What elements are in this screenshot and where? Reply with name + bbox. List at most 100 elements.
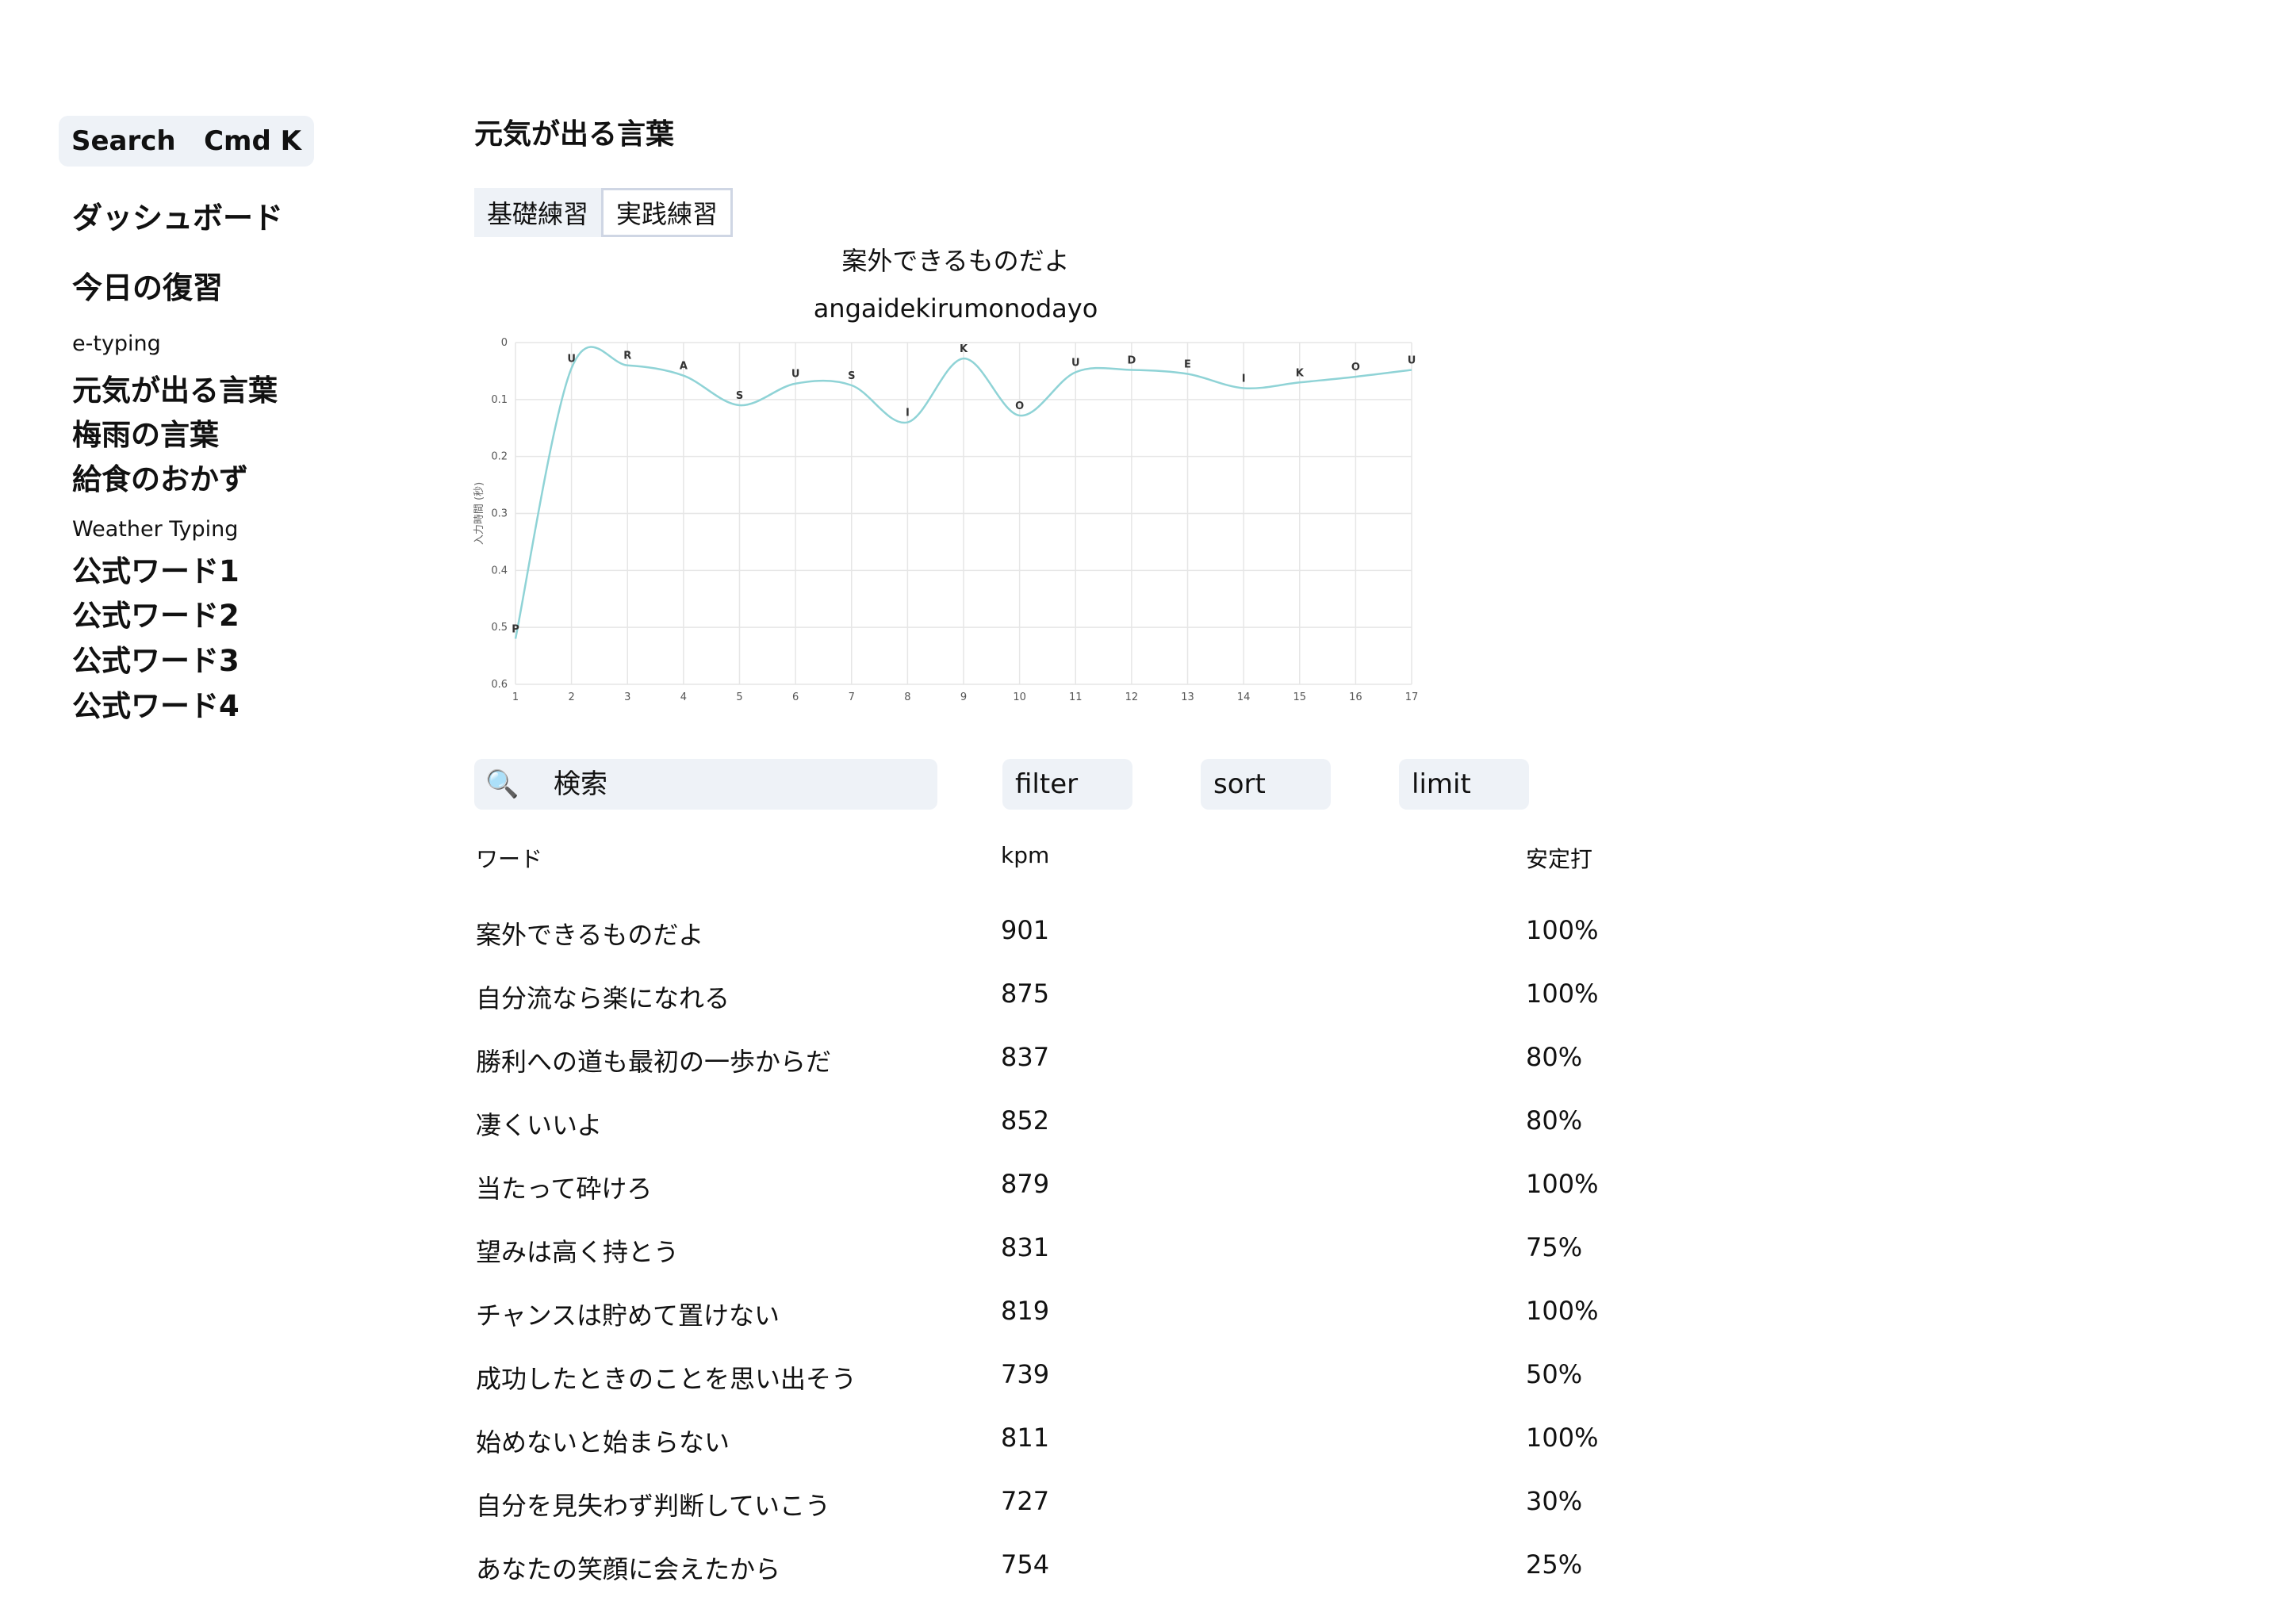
x-tick-label: 4 — [680, 691, 687, 703]
search-command-button[interactable]: Search Cmd K — [59, 116, 314, 167]
nav-dashboard[interactable]: ダッシュボード — [72, 193, 283, 237]
kpm-cell: 901 — [1001, 915, 1050, 945]
nav-item-official-4[interactable]: 公式ワード4 — [72, 682, 240, 725]
nav-item-genki[interactable]: 元気が出る言葉 — [72, 366, 278, 409]
x-tick-label: 13 — [1181, 691, 1194, 703]
y-tick-label: 0.1 — [491, 394, 508, 406]
x-tick-label: 14 — [1237, 691, 1251, 703]
nav-group-label: Weather Typing — [72, 517, 239, 542]
column-header-word[interactable]: ワード — [476, 842, 542, 874]
kpm-cell: 754 — [1001, 1549, 1050, 1580]
sort-button[interactable]: sort — [1201, 759, 1331, 810]
kpm-cell: 739 — [1001, 1359, 1050, 1389]
search-label: Search — [71, 125, 176, 157]
x-tick-label: 12 — [1125, 691, 1139, 703]
point-label: S — [736, 390, 743, 402]
nav-item-official-2[interactable]: 公式ワード2 — [72, 592, 240, 634]
search-icon: 🔍 — [485, 768, 519, 800]
kpm-cell: 875 — [1001, 979, 1050, 1009]
word-cell: 凄くいいよ — [476, 1110, 603, 1140]
table-row[interactable]: チャンスは貯めて置けない 819 100% — [476, 1296, 1665, 1359]
kpm-cell: 852 — [1001, 1105, 1050, 1136]
stability-cell: 50% — [1526, 1359, 1583, 1389]
y-tick-label: 0.3 — [491, 508, 508, 520]
y-tick-label: 0 — [501, 337, 508, 349]
nav-item-official-3[interactable]: 公式ワード3 — [72, 637, 240, 680]
point-label: I — [906, 408, 910, 419]
nav-item-tsuyu[interactable]: 梅雨の言葉 — [72, 411, 219, 454]
column-header-kpm[interactable]: kpm — [1001, 842, 1049, 868]
word-cell: 成功したときのことを思い出そう — [476, 1364, 857, 1394]
kpm-cell: 819 — [1001, 1296, 1050, 1326]
stability-cell: 100% — [1526, 915, 1599, 945]
point-label: K — [960, 343, 968, 355]
point-label: R — [623, 350, 631, 362]
table-row[interactable]: 当たって砕けろ 879 100% — [476, 1169, 1665, 1232]
search-shortcut: Cmd K — [204, 125, 301, 157]
table-row[interactable]: あなたの笑顔に会えたから 754 25% — [476, 1549, 1665, 1613]
x-tick-label: 17 — [1405, 691, 1419, 703]
word-cell: 案外できるものだよ — [476, 920, 704, 950]
kpm-cell: 837 — [1001, 1042, 1050, 1072]
table-row[interactable]: 自分流なら楽になれる 875 100% — [476, 979, 1665, 1042]
point-label: U — [1408, 354, 1416, 366]
y-axis-label: 入力時間 (秒) — [473, 482, 485, 545]
table-row[interactable]: 成功したときのことを思い出そう 739 50% — [476, 1359, 1665, 1423]
point-label: D — [1127, 354, 1136, 366]
stability-cell: 25% — [1526, 1549, 1583, 1580]
word-search-input[interactable] — [552, 768, 904, 801]
practice-tabs: 基礎練習 実践練習 — [474, 188, 734, 237]
nav-todays-review[interactable]: 今日の復習 — [72, 263, 223, 307]
kpm-cell: 727 — [1001, 1486, 1050, 1516]
table-row[interactable]: 案外できるものだよ 901 100% — [476, 915, 1665, 979]
point-label: P — [512, 624, 519, 636]
tab-real-practice[interactable]: 実践練習 — [601, 188, 734, 237]
table-row[interactable]: 勝利への道も最初の一歩からだ 837 80% — [476, 1042, 1665, 1105]
tab-basic-practice[interactable]: 基礎練習 — [474, 188, 602, 237]
table-row[interactable]: 自分を見失わず判断していこう 727 30% — [476, 1486, 1665, 1549]
stability-cell: 100% — [1526, 1169, 1599, 1199]
phrase-romaji: angaidekirumonodayo — [813, 293, 1098, 324]
table-row[interactable]: 凄くいいよ 852 80% — [476, 1105, 1665, 1169]
word-cell: 望みは高く持とう — [476, 1237, 680, 1267]
page-title: 元気が出る言葉 — [474, 118, 675, 151]
x-tick-label: 3 — [624, 691, 630, 703]
keystroke-time-chart: 1 2 3 4 5 6 7 8 9 10 11 12 13 14 15 16 1700.10.20.30.40.… — [473, 337, 1419, 703]
stability-cell: 100% — [1526, 1296, 1599, 1326]
x-tick-label: 15 — [1293, 691, 1306, 703]
nav-item-official-1[interactable]: 公式ワード1 — [72, 547, 240, 590]
x-tick-label: 2 — [568, 691, 574, 703]
x-tick-label: 7 — [849, 691, 855, 703]
stability-cell: 80% — [1526, 1105, 1583, 1136]
word-cell: 始めないと始まらない — [476, 1427, 730, 1457]
word-search-box: 🔍 — [474, 759, 937, 810]
word-cell: 自分を見失わず判断していこう — [476, 1491, 831, 1521]
stability-cell: 100% — [1526, 1423, 1599, 1453]
x-tick-label: 16 — [1349, 691, 1362, 703]
column-header-stability[interactable]: 安定打 — [1526, 842, 1592, 874]
kpm-cell: 879 — [1001, 1169, 1050, 1199]
y-tick-label: 0.2 — [491, 451, 508, 463]
kpm-cell: 811 — [1001, 1423, 1050, 1453]
word-cell: 自分流なら楽になれる — [476, 983, 730, 1013]
x-tick-label: 6 — [792, 691, 799, 703]
point-label: U — [1071, 357, 1080, 369]
limit-button[interactable]: limit — [1399, 759, 1529, 810]
kpm-cell: 831 — [1001, 1232, 1050, 1262]
word-cell: チャンスは貯めて置けない — [476, 1300, 780, 1331]
stability-cell: 100% — [1526, 979, 1599, 1009]
x-tick-label: 9 — [960, 691, 967, 703]
x-tick-label: 10 — [1013, 691, 1026, 703]
phrase-japanese: 案外できるものだよ — [841, 246, 1070, 276]
table-row[interactable]: 始めないと始まらない 811 100% — [476, 1423, 1665, 1486]
table-row[interactable]: 望みは高く持とう 831 75% — [476, 1232, 1665, 1296]
word-cell: 当たって砕けろ — [476, 1174, 653, 1204]
y-tick-label: 0.4 — [491, 565, 508, 576]
nav-group-label: e-typing — [72, 331, 161, 356]
nav-item-kyushoku[interactable]: 給食のおかず — [72, 455, 248, 498]
filter-button[interactable]: filter — [1002, 759, 1132, 810]
point-label: K — [1296, 367, 1305, 379]
point-label: U — [567, 353, 576, 365]
point-label: A — [680, 361, 688, 373]
x-tick-label: 1 — [512, 691, 519, 703]
